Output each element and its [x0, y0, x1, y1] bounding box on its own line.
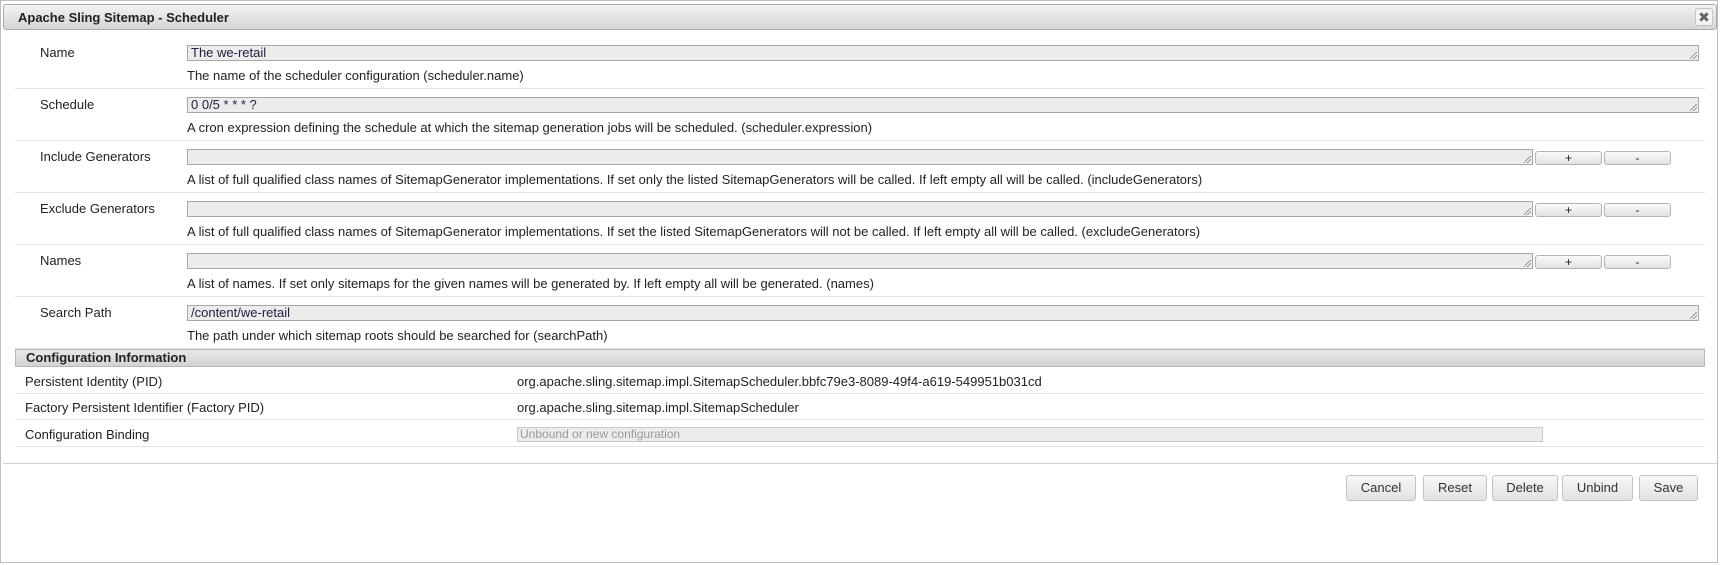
field-label: Name [40, 45, 75, 60]
add-value-button[interactable]: + [1535, 203, 1602, 217]
remove-value-button[interactable]: - [1604, 203, 1671, 217]
factory-pid-value: org.apache.sling.sitemap.impl.SitemapSch… [517, 400, 799, 415]
add-value-button[interactable]: + [1535, 151, 1602, 165]
field-row-include-generators: Include Generators + - A list of full qu… [15, 141, 1705, 193]
config-info-header: Configuration Information [15, 349, 1705, 367]
resize-handle-icon[interactable] [1690, 104, 1697, 111]
resize-handle-icon[interactable] [1524, 208, 1531, 215]
field-label: Search Path [40, 305, 112, 320]
binding-label: Configuration Binding [25, 427, 150, 442]
field-description: A list of full qualified class names of … [187, 224, 1201, 239]
field-row-search-path: Search Path /content/we-retail The path … [15, 297, 1705, 349]
factory-pid-label: Factory Persistent Identifier (Factory P… [25, 400, 265, 415]
add-value-button[interactable]: + [1535, 255, 1602, 269]
config-form: Name The we-retail The name of the sched… [15, 37, 1705, 349]
factory-pid-row: Factory Persistent Identifier (Factory P… [15, 394, 1705, 420]
search-path-input[interactable]: /content/we-retail [187, 305, 1699, 321]
resize-handle-icon[interactable] [1524, 156, 1531, 163]
remove-value-button[interactable]: - [1604, 151, 1671, 165]
field-description: The name of the scheduler configuration … [187, 68, 524, 83]
field-label: Schedule [40, 97, 95, 112]
config-dialog: Apache Sling Sitemap - Scheduler ✖ Name … [0, 0, 1718, 563]
field-description: A list of full qualified class names of … [187, 172, 1203, 187]
field-label: Include Generators [40, 149, 151, 164]
dialog-titlebar: Apache Sling Sitemap - Scheduler ✖ [3, 4, 1717, 30]
pid-label: Persistent Identity (PID) [25, 374, 163, 389]
exclude-generators-input[interactable] [187, 201, 1533, 217]
field-label: Names [40, 253, 82, 268]
pid-row: Persistent Identity (PID) org.apache.sli… [15, 368, 1705, 394]
binding-select[interactable]: Unbound or new configuration [517, 427, 1543, 442]
dialog-title: Apache Sling Sitemap - Scheduler [18, 10, 229, 25]
field-label: Exclude Generators [40, 201, 155, 216]
close-icon[interactable]: ✖ [1695, 8, 1713, 26]
pid-value: org.apache.sling.sitemap.impl.SitemapSch… [517, 374, 1042, 389]
field-row-name: Name The we-retail The name of the sched… [15, 37, 1705, 89]
remove-value-button[interactable]: - [1604, 255, 1671, 269]
resize-handle-icon[interactable] [1524, 260, 1531, 267]
footer-divider [3, 463, 1717, 464]
schedule-input[interactable]: 0 0/5 * * * ? [187, 97, 1699, 113]
field-description: A list of names. If set only sitemaps fo… [187, 276, 874, 291]
field-description: A cron expression defining the schedule … [187, 120, 873, 135]
field-row-exclude-generators: Exclude Generators + - A list of full qu… [15, 193, 1705, 245]
field-row-schedule: Schedule 0 0/5 * * * ? A cron expression… [15, 89, 1705, 141]
names-input[interactable] [187, 253, 1533, 269]
unbind-button[interactable]: Unbind [1562, 475, 1633, 501]
cancel-button[interactable]: Cancel [1346, 475, 1416, 501]
include-generators-input[interactable] [187, 149, 1533, 165]
name-input[interactable]: The we-retail [187, 45, 1699, 61]
field-row-names: Names + - A list of names. If set only s… [15, 245, 1705, 297]
binding-row: Configuration Binding Unbound or new con… [15, 421, 1705, 447]
reset-button[interactable]: Reset [1423, 475, 1487, 501]
resize-handle-icon[interactable] [1690, 52, 1697, 59]
field-description: The path under which sitemap roots shoul… [187, 328, 608, 343]
delete-button[interactable]: Delete [1492, 475, 1558, 501]
resize-handle-icon[interactable] [1690, 312, 1697, 319]
save-button[interactable]: Save [1639, 475, 1698, 501]
